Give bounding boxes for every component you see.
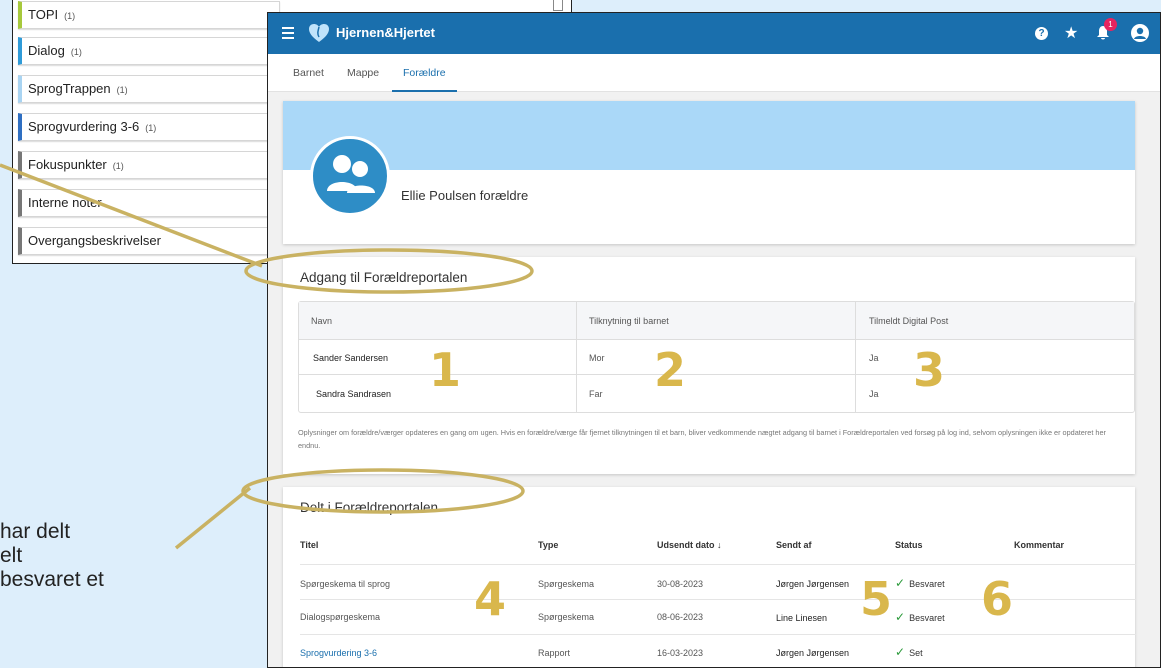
annotation-number: 2 — [654, 343, 687, 397]
pointer-line — [0, 163, 263, 268]
highlight-ellipse — [244, 248, 534, 294]
annotation-number: 1 — [429, 343, 462, 397]
annotation-overlay — [0, 163, 534, 550]
highlight-ellipse — [241, 468, 525, 514]
annotation-number: 6 — [981, 572, 1014, 626]
annotation-number: 4 — [474, 572, 507, 626]
annotation-number: 3 — [913, 343, 946, 397]
pointer-line — [174, 486, 252, 550]
annotation-number: 5 — [860, 572, 893, 626]
